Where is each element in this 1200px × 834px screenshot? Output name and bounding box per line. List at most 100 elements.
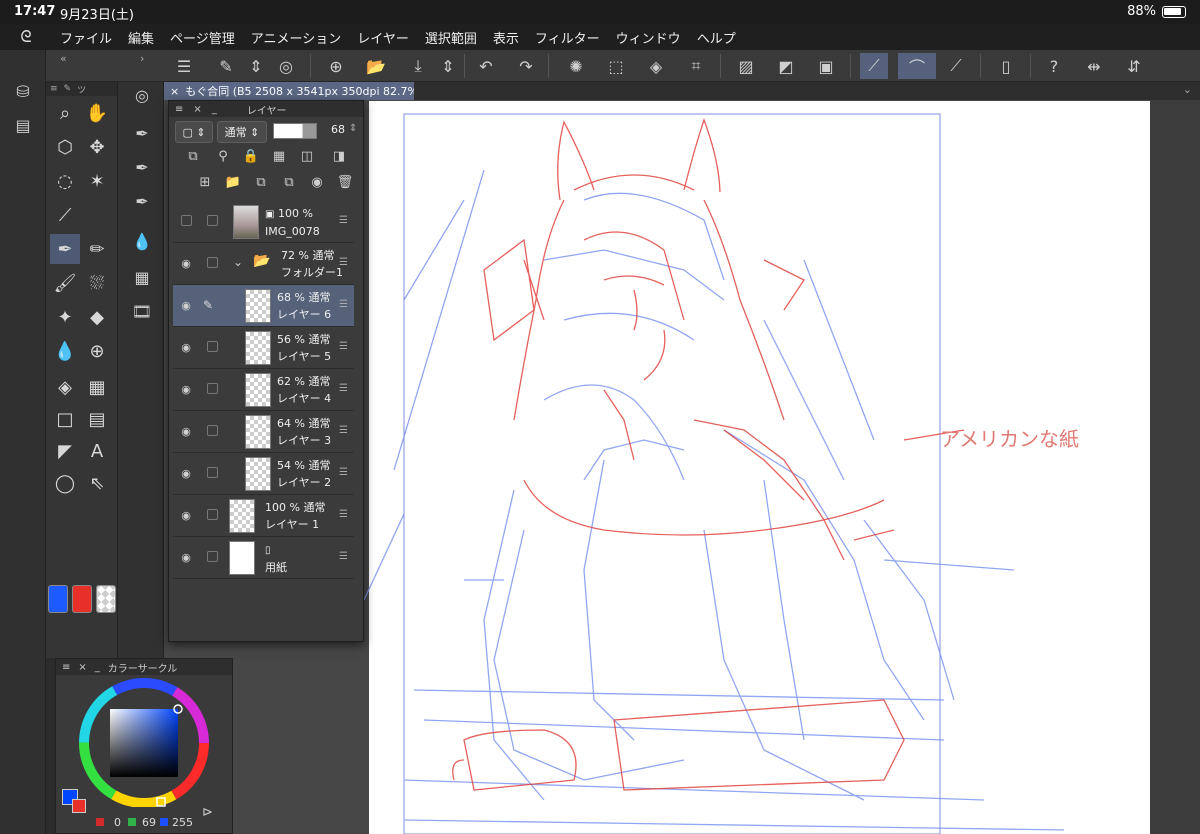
- updown-icon[interactable]: ⇕: [242, 53, 270, 79]
- loading-icon[interactable]: ✺: [562, 53, 590, 79]
- redo-icon[interactable]: ↷: [512, 53, 540, 79]
- mask-icon[interactable]: ◫: [297, 149, 317, 169]
- pen-gear-icon[interactable]: ✒: [130, 158, 154, 182]
- panel-minimize-icon[interactable]: _: [95, 662, 100, 673]
- compass-icon[interactable]: ◎: [130, 86, 154, 110]
- layer-menu-icon[interactable]: ☰: [339, 299, 348, 310]
- color-mode-icon[interactable]: ⊳: [202, 805, 213, 820]
- panel-close-icon[interactable]: ×: [78, 662, 86, 673]
- layer-check[interactable]: [207, 425, 218, 436]
- help-icon[interactable]: ?: [1040, 53, 1068, 79]
- blend-icon[interactable]: 💧: [50, 336, 80, 366]
- blend-mode-select[interactable]: 通常 ⇕: [217, 121, 267, 143]
- collapse-left-icon-2[interactable]: «: [60, 52, 67, 65]
- layer-menu-icon[interactable]: ☰: [339, 467, 348, 478]
- lasso-icon[interactable]: ◌: [50, 166, 80, 196]
- menu-file[interactable]: ファイル: [52, 28, 120, 47]
- opacity-stepper-icon[interactable]: ⇕: [349, 123, 357, 134]
- gradient-icon[interactable]: ▦: [82, 372, 112, 402]
- eye-icon[interactable]: ◉: [179, 467, 193, 480]
- lock-icon[interactable]: 🔒: [241, 149, 261, 169]
- transparent-color-swatch[interactable]: [96, 585, 116, 613]
- invert-selection-icon[interactable]: ◩: [772, 53, 800, 79]
- copy-layer-icon[interactable]: ⧉: [251, 175, 271, 195]
- snap-ruler-icon[interactable]: ⟋: [860, 53, 888, 79]
- menu-page[interactable]: ページ管理: [162, 28, 243, 47]
- clip-layer-icon[interactable]: ⧉: [183, 149, 203, 169]
- layer-row[interactable]: ◉ 64 % 通常 レイヤー 3 ☰: [173, 411, 354, 453]
- pen-settings-icon[interactable]: ✒: [130, 124, 154, 148]
- eye-icon[interactable]: ◉: [179, 299, 193, 312]
- menu-help[interactable]: ヘルプ: [689, 28, 744, 47]
- snap-special-ruler-icon[interactable]: ⌒: [898, 53, 936, 79]
- trash-icon[interactable]: 🗑: [335, 175, 355, 195]
- fill-icon[interactable]: ◈: [642, 53, 670, 79]
- menu-animation[interactable]: アニメーション: [243, 28, 349, 47]
- balloon-icon[interactable]: ◯: [50, 468, 80, 498]
- layer-row[interactable]: ◉ 62 % 通常 レイヤー 4 ☰: [173, 369, 354, 411]
- save-icon[interactable]: ⤓: [404, 53, 432, 79]
- brush-icon[interactable]: 🖌: [50, 268, 80, 298]
- correct-line-icon[interactable]: ⇖: [82, 468, 112, 498]
- reference-layer-icon[interactable]: ⚲: [213, 149, 233, 169]
- layer-color-dropdown[interactable]: ▢ ⇕: [175, 121, 213, 143]
- sub-color-swatch[interactable]: [72, 585, 92, 613]
- eye-icon[interactable]: ◉: [179, 551, 193, 564]
- layer-menu-icon[interactable]: ☰: [339, 551, 348, 562]
- menu-filter[interactable]: フィルター: [527, 28, 608, 47]
- layer-menu-icon[interactable]: ☰: [339, 425, 348, 436]
- layer-check[interactable]: [207, 341, 218, 352]
- layer-menu-icon[interactable]: ☰: [339, 341, 348, 352]
- pen-icon[interactable]: ✒: [50, 234, 80, 264]
- grid-icon[interactable]: ▦: [130, 268, 154, 292]
- layer-check[interactable]: [207, 509, 218, 520]
- menu-selection[interactable]: 選択範囲: [417, 28, 485, 47]
- collapse-left-icon-3[interactable]: ›: [140, 52, 144, 65]
- selection-border-icon[interactable]: ▣: [812, 53, 840, 79]
- undo-icon[interactable]: ↶: [472, 53, 500, 79]
- panel-menu-icon[interactable]: ≡: [175, 104, 183, 115]
- new-layer-icon[interactable]: ⊞: [195, 175, 215, 195]
- document-tab[interactable]: × もぐ合同 (B5 2508 x 3541px 350dpi 82.7%): [164, 82, 414, 100]
- clip-studio-icon[interactable]: ◎: [272, 53, 300, 79]
- pen-target-icon[interactable]: ✒: [130, 192, 154, 216]
- eye-icon[interactable]: ◉: [179, 383, 193, 396]
- layer-check[interactable]: [207, 551, 218, 562]
- layer-check[interactable]: [207, 383, 218, 394]
- ruler-icon[interactable]: ◤: [50, 436, 80, 466]
- layer-row-selected[interactable]: ◉ ✎ 68 % 通常 レイヤー 6 ☰: [173, 285, 354, 327]
- menu-edit[interactable]: 編集: [120, 28, 162, 47]
- clear-selection-icon[interactable]: ⬚: [602, 53, 630, 79]
- deselect-icon[interactable]: ▨: [732, 53, 760, 79]
- open-folder-icon[interactable]: 📂: [362, 53, 390, 79]
- layer-menu-icon[interactable]: ☰: [339, 383, 348, 394]
- object-select-icon[interactable]: ⬡: [50, 132, 80, 162]
- color-wheel[interactable]: [56, 677, 232, 807]
- visibility-checkbox[interactable]: [181, 215, 192, 226]
- layer-row[interactable]: ◉ ⌄ 📂 72 % 通常 フォルダー1 ☰: [173, 243, 354, 285]
- layer-check[interactable]: [207, 467, 218, 478]
- chevron-down-icon[interactable]: ⌄: [233, 255, 243, 269]
- layer-mask-icon[interactable]: ◉: [307, 175, 327, 195]
- layer-menu-icon[interactable]: ☰: [339, 215, 348, 226]
- layer-row[interactable]: ◉ 56 % 通常 レイヤー 5 ☰: [173, 327, 354, 369]
- transform-icon[interactable]: ⌗: [682, 53, 710, 79]
- pencil-icon[interactable]: ✏: [82, 234, 112, 264]
- figure-icon[interactable]: □: [50, 404, 80, 434]
- layer-menu-icon[interactable]: ☰: [339, 509, 348, 520]
- menu-view[interactable]: 表示: [485, 28, 527, 47]
- eye-icon[interactable]: ◉: [179, 509, 193, 522]
- airbrush-icon[interactable]: ⛆: [82, 268, 112, 298]
- menu-layer[interactable]: レイヤー: [349, 28, 417, 47]
- layer-check[interactable]: [207, 215, 218, 226]
- eye-icon[interactable]: ◉: [179, 425, 193, 438]
- new-canvas-icon[interactable]: ✎: [212, 53, 240, 79]
- eraser-icon[interactable]: ◆: [82, 302, 112, 332]
- device-icon[interactable]: ▯: [992, 53, 1020, 79]
- close-tab-icon[interactable]: ×: [170, 85, 179, 98]
- menu-window[interactable]: ウィンドウ: [608, 28, 689, 47]
- updown-icon-2[interactable]: ⇕: [434, 53, 462, 79]
- flip-horizontal-icon[interactable]: ⇹: [1080, 53, 1108, 79]
- layer-row[interactable]: ◉ 100 % 通常 レイヤー 1 ☰: [173, 495, 354, 537]
- panel-close-icon[interactable]: ×: [193, 104, 201, 115]
